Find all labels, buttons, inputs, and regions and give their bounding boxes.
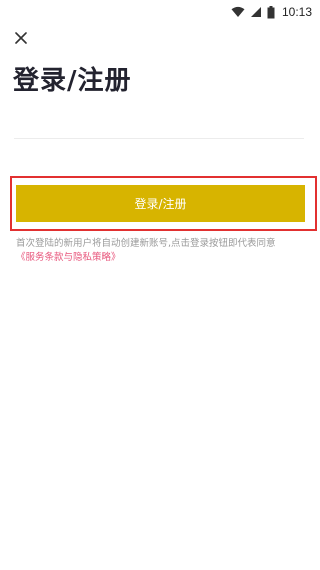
login-register-button[interactable]: 登录/注册: [16, 185, 305, 222]
input-divider: [14, 138, 304, 139]
status-icons: 10:13: [231, 4, 312, 20]
status-bar: 10:13: [0, 0, 320, 24]
close-icon[interactable]: [11, 28, 31, 48]
new-user-notice: 首次登陆的新用户将自动创建新账号,点击登录按钮即代表同意: [16, 238, 276, 249]
terms-privacy-link[interactable]: 《服务条款与隐私策略》: [16, 249, 121, 263]
page-title: 登录/注册: [13, 66, 132, 96]
wifi-icon: [231, 6, 245, 18]
battery-icon: [267, 5, 275, 19]
signal-icon: [250, 6, 262, 18]
status-time: 10:13: [281, 5, 312, 19]
